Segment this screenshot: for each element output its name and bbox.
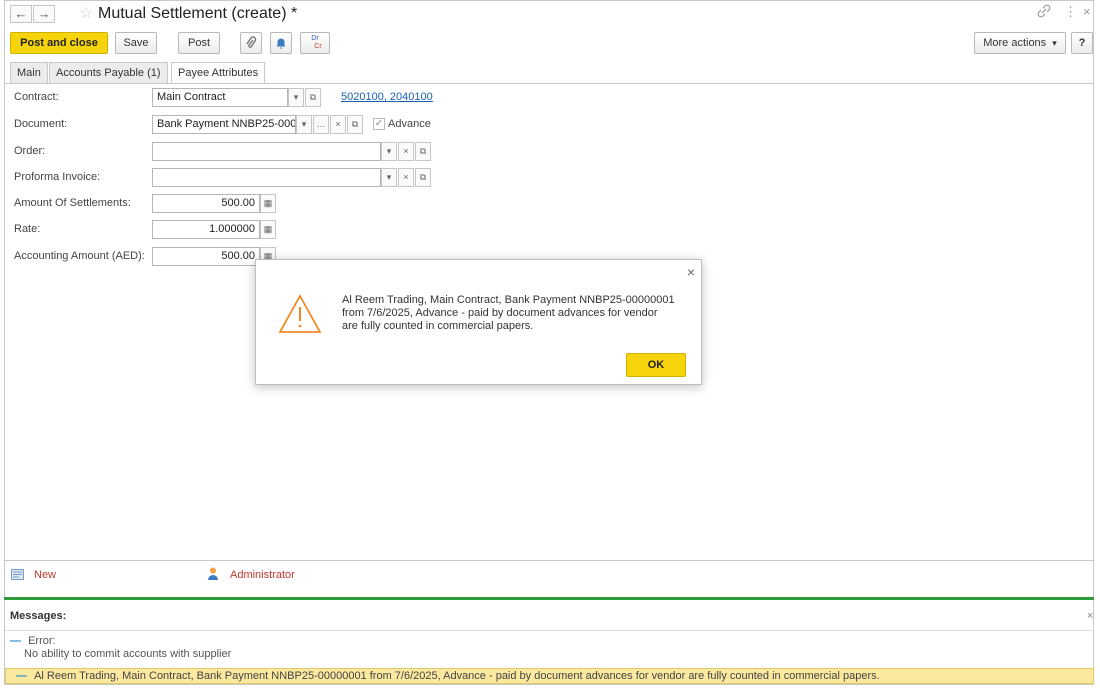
contract-field[interactable]: Main Contract xyxy=(152,88,288,107)
dialog-line: Al Reem Trading, Main Contract, Bank Pay… xyxy=(342,294,675,306)
dropdown-icon[interactable]: ▾ xyxy=(381,142,397,161)
message-error[interactable]: — Error: No ability to commit accounts w… xyxy=(10,635,231,661)
order-field[interactable] xyxy=(152,142,381,161)
menu-dots-icon[interactable]: ⋮ xyxy=(1064,4,1077,20)
dash-icon: — xyxy=(10,635,21,647)
star-icon[interactable]: ☆ xyxy=(79,5,93,23)
dropdown-icon[interactable]: ▾ xyxy=(296,115,312,134)
open-icon[interactable]: ⧉ xyxy=(415,168,431,187)
bell-icon[interactable] xyxy=(270,32,292,54)
status-new[interactable]: New xyxy=(34,568,56,582)
message-highlighted[interactable]: — Al Reem Trading, Main Contract, Bank P… xyxy=(5,668,1094,684)
messages-title: Messages: xyxy=(10,610,67,622)
ok-button[interactable]: OK xyxy=(626,353,686,377)
advance-label: Advance xyxy=(388,118,431,130)
page-title: Mutual Settlement (create) * xyxy=(98,5,298,22)
divider-bar xyxy=(4,597,1094,600)
paperclip-icon[interactable] xyxy=(240,32,262,54)
amount-field[interactable]: 500.00 xyxy=(152,194,260,213)
error-title: Error: xyxy=(28,635,56,647)
rate-field[interactable]: 1.000000 xyxy=(152,220,260,239)
warning-dialog: × Al Reem Trading, Main Contract, Bank P… xyxy=(255,259,702,385)
rate-label: Rate: xyxy=(14,223,41,235)
open-icon[interactable]: ⧉ xyxy=(415,142,431,161)
open-icon[interactable]: ⧉ xyxy=(347,115,363,134)
status-user[interactable]: Administrator xyxy=(230,568,295,582)
accounting-amount-label: Accounting Amount (AED): xyxy=(14,250,145,262)
contract-label: Contract: xyxy=(14,91,59,103)
clear-icon[interactable]: × xyxy=(398,142,414,161)
save-button[interactable]: Save xyxy=(115,32,157,54)
dash-icon: — xyxy=(16,670,27,682)
dropdown-icon[interactable]: ▾ xyxy=(288,88,304,107)
order-label: Order: xyxy=(14,145,46,157)
tab-main[interactable]: Main xyxy=(10,62,48,84)
more-actions-button[interactable]: More actions ▾ xyxy=(974,32,1066,54)
accounting-amount-field[interactable]: 500.00 xyxy=(152,247,260,266)
warning-icon xyxy=(278,294,322,337)
document-field[interactable]: Bank Payment NNBP25-000 xyxy=(152,115,296,134)
ellipsis-icon[interactable]: … xyxy=(313,115,329,134)
advance-checkbox[interactable]: ✓ xyxy=(373,118,385,130)
link-icon[interactable] xyxy=(1037,4,1051,21)
document-icon xyxy=(11,569,24,583)
tab-payee-attributes[interactable]: Payee Attributes xyxy=(171,62,266,84)
amount-label: Amount Of Settlements: xyxy=(14,197,131,209)
close-icon[interactable]: × xyxy=(1087,610,1093,622)
post-and-close-button[interactable]: Post and close xyxy=(10,32,108,54)
chevron-down-icon: ▾ xyxy=(1052,38,1057,48)
dialog-line: are fully counted in commercial papers. xyxy=(342,320,534,332)
calculator-icon[interactable]: ▦ xyxy=(260,194,276,213)
highlighted-text: Al Reem Trading, Main Contract, Bank Pay… xyxy=(34,670,880,682)
tab-accounts-payable[interactable]: Accounts Payable (1) xyxy=(49,62,168,84)
open-icon[interactable]: ⧉ xyxy=(305,88,321,107)
proforma-label: Proforma Invoice: xyxy=(14,171,101,183)
close-icon[interactable]: × xyxy=(687,264,695,280)
clear-icon[interactable]: × xyxy=(398,168,414,187)
document-label: Document: xyxy=(14,118,68,130)
calculator-icon[interactable]: ▦ xyxy=(260,220,276,239)
proforma-field[interactable] xyxy=(152,168,381,187)
more-actions-label: More actions xyxy=(983,37,1047,49)
user-icon xyxy=(208,567,218,583)
error-text: No ability to commit accounts with suppl… xyxy=(24,648,232,660)
dialog-line: from 7/6/2025, Advance - paid by documen… xyxy=(342,307,658,319)
close-icon[interactable]: × xyxy=(1083,4,1091,19)
forward-arrow-icon[interactable]: → xyxy=(33,5,55,23)
dr-cr-icon[interactable]: Dr Cr xyxy=(300,32,330,54)
clear-icon[interactable]: × xyxy=(330,115,346,134)
dialog-message: Al Reem Trading, Main Contract, Bank Pay… xyxy=(342,294,682,333)
help-button[interactable]: ? xyxy=(1071,32,1093,54)
dropdown-icon[interactable]: ▾ xyxy=(381,168,397,187)
back-arrow-icon[interactable]: ← xyxy=(10,5,32,23)
post-button[interactable]: Post xyxy=(178,32,220,54)
contract-accounts-link[interactable]: 5020100, 2040100 xyxy=(341,88,433,106)
